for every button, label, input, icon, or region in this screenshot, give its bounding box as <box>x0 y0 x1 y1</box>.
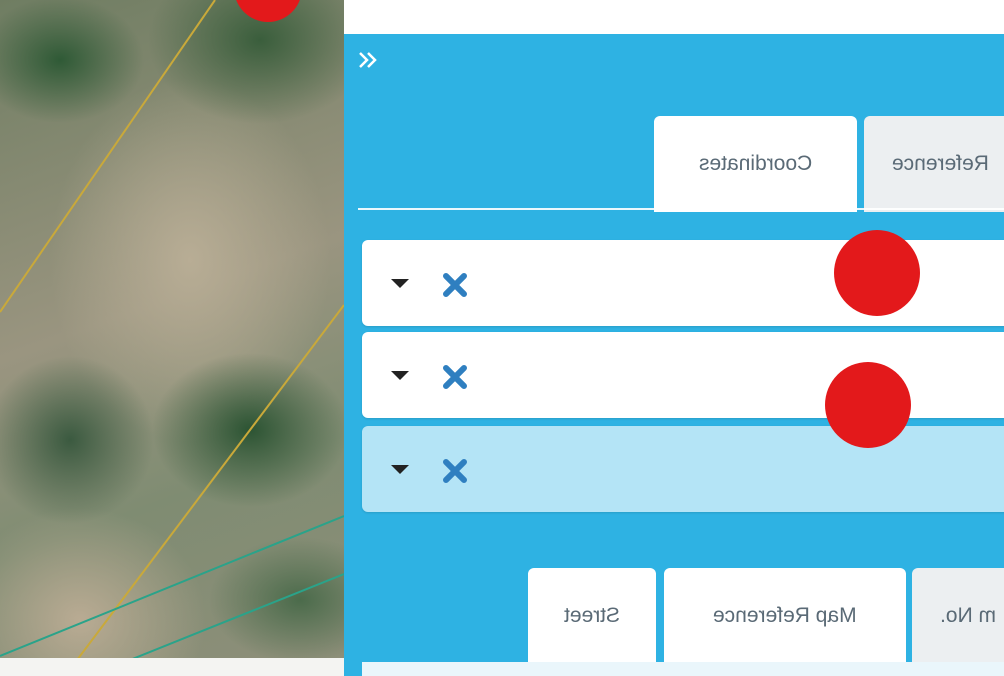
map-bottom-edge <box>0 658 344 676</box>
search-panel: Coordinates Reference OS AI <box>344 34 1004 676</box>
map-marker[interactable] <box>834 230 920 316</box>
close-icon[interactable] <box>442 364 468 390</box>
map-marker[interactable] <box>234 0 302 22</box>
tab-map-reference[interactable]: Map Reference <box>664 568 906 664</box>
caret-down-icon[interactable] <box>390 369 410 381</box>
panel-header-strip <box>344 0 1004 34</box>
tab-street[interactable]: Street <box>528 568 656 664</box>
tab-label: Reference <box>892 152 989 175</box>
tab-label: Coordinates <box>698 152 813 175</box>
road-line <box>0 515 344 657</box>
tab-reference[interactable]: Reference <box>864 116 1004 212</box>
list-item-selected[interactable] <box>362 426 1004 512</box>
close-icon[interactable] <box>442 458 468 484</box>
map-marker[interactable] <box>825 362 911 448</box>
parcel-boundary-line <box>0 0 216 313</box>
collapse-panel-icon[interactable] <box>356 48 380 72</box>
tab-coordinates[interactable]: Coordinates <box>654 116 857 212</box>
caret-down-icon[interactable] <box>390 463 410 475</box>
close-icon[interactable] <box>442 272 468 298</box>
bottom-content-strip <box>362 662 1004 676</box>
tab-item-no[interactable]: m No. <box>912 568 1004 664</box>
tab-label: m No. <box>940 604 997 627</box>
satellite-map[interactable] <box>0 0 344 676</box>
tab-label: Map Reference <box>713 604 857 627</box>
parcel-boundary-line <box>64 304 344 676</box>
map-overlay-lines <box>0 0 344 676</box>
tabs-divider <box>358 208 1004 210</box>
tab-label: Street <box>563 604 621 627</box>
caret-down-icon[interactable] <box>390 277 410 289</box>
